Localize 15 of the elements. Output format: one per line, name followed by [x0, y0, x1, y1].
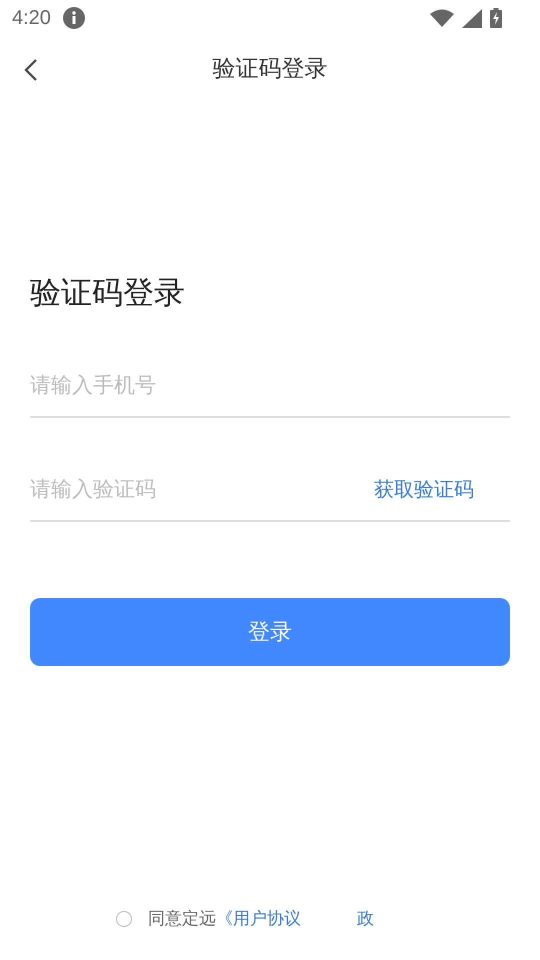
agree-radio[interactable]: [116, 910, 132, 926]
get-code-link[interactable]: 获取验证码: [374, 476, 510, 502]
login-button[interactable]: 登录: [30, 598, 510, 666]
agreement-link[interactable]: 政: [357, 907, 374, 930]
status-time: 4:20: [12, 6, 51, 30]
info-icon: [62, 7, 85, 29]
agreement-link[interactable]: 《用户协议: [216, 907, 301, 930]
battery-icon: [490, 8, 502, 28]
code-input-field[interactable]: 请输入验证码 获取验证码: [30, 458, 510, 522]
signal-icon: [462, 8, 482, 28]
nav-title: 验证码登录: [212, 54, 328, 84]
wifi-icon: [430, 9, 454, 27]
agreement-text: 同意定远: [148, 908, 216, 930]
page-heading: 验证码登录: [30, 274, 186, 313]
back-chevron-icon: [24, 58, 38, 82]
